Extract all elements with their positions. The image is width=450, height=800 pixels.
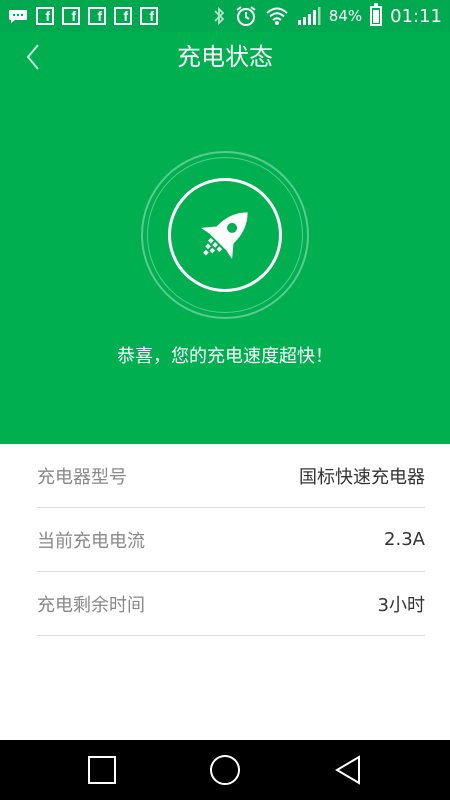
wifi-icon <box>266 7 288 25</box>
clock: 01:11 <box>390 5 442 27</box>
charging-info-list: 充电器型号 国标快速充电器 当前充电电流 2.3A 充电剩余时间 3小时 <box>37 444 425 636</box>
inner-ring <box>168 178 282 292</box>
info-label: 充电器型号 <box>37 466 127 488</box>
battery-fill <box>373 10 380 23</box>
charging-hero: 充电状态 恭喜，您的充电速度超快！ <box>0 32 450 444</box>
status-bar: f f f f f 84% 01:11 <box>0 0 450 32</box>
battery-percent: 84% <box>328 7 363 25</box>
info-value: 国标快速充电器 <box>299 466 425 488</box>
back-icon <box>335 755 361 785</box>
facebook-icon: f <box>140 7 158 25</box>
back-nav-button[interactable] <box>326 748 370 792</box>
recent-apps-icon <box>87 756 116 784</box>
bluetooth-icon <box>214 6 225 26</box>
back-button[interactable] <box>18 42 48 72</box>
home-icon <box>209 755 240 785</box>
charging-indicator <box>141 151 309 319</box>
facebook-icon: f <box>114 7 132 25</box>
info-value: 2.3A <box>384 529 425 550</box>
system-icons: 84% 01:11 <box>211 3 442 27</box>
charging-speed-message: 恭喜，您的充电速度超快！ <box>117 346 333 367</box>
info-value: 3小时 <box>377 594 425 616</box>
facebook-icon: f <box>88 7 106 25</box>
home-button[interactable] <box>203 748 247 792</box>
info-label: 充电剩余时间 <box>37 594 145 616</box>
alarm-icon <box>236 6 256 26</box>
recent-apps-button[interactable] <box>80 748 124 792</box>
chevron-left-icon <box>26 44 39 70</box>
battery-icon <box>370 3 383 26</box>
info-row-remaining-time: 充电剩余时间 3小时 <box>37 572 425 636</box>
rocket-icon <box>200 212 248 260</box>
facebook-icon: f <box>36 7 54 25</box>
message-icon <box>9 10 27 23</box>
page-title: 充电状态 <box>177 43 273 71</box>
info-row-charger-model: 充电器型号 国标快速充电器 <box>37 444 425 508</box>
info-label: 当前充电电流 <box>37 530 145 552</box>
navigation-bar <box>0 740 450 800</box>
signal-icon <box>297 7 321 25</box>
notification-icons: f f f f f <box>8 7 158 25</box>
info-row-current: 当前充电电流 2.3A <box>37 508 425 572</box>
facebook-icon: f <box>62 7 80 25</box>
